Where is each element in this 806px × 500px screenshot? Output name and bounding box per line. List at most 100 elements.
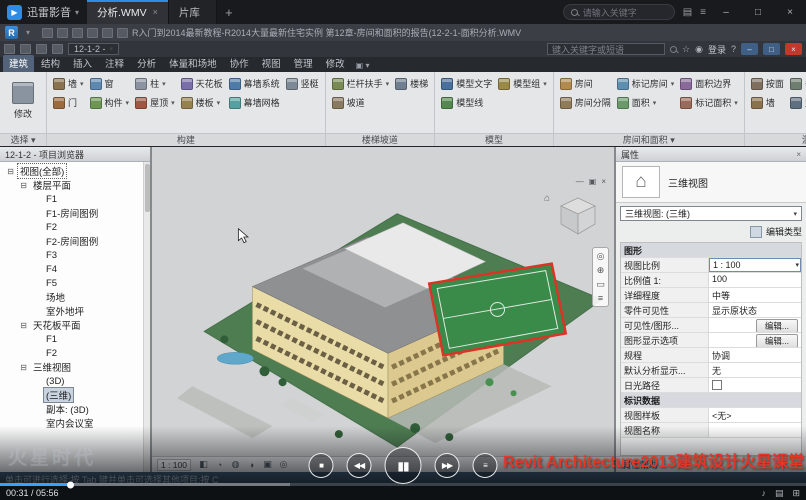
sun-path-icon[interactable]: ◍ xyxy=(229,459,242,471)
floor-button[interactable]: 楼板▾ xyxy=(178,93,226,112)
property-row[interactable]: 详细程度 中等 xyxy=(621,288,801,303)
stair-button[interactable]: 楼梯 xyxy=(392,74,431,93)
tree-item[interactable]: ⊟ 三维视图 xyxy=(0,360,150,374)
tag-room-button[interactable]: 标记房间▾ xyxy=(614,74,678,93)
tree-expander-icon[interactable]: ⊟ xyxy=(19,181,28,190)
property-value[interactable]: 编辑... xyxy=(709,318,801,332)
project-dropdown[interactable]: 12-1-2 - ▾ xyxy=(68,43,119,55)
qat-button[interactable] xyxy=(20,44,31,54)
modify-button[interactable]: 修改 xyxy=(3,74,43,128)
view-close-icon[interactable]: × xyxy=(601,177,606,186)
volume-icon[interactable]: ♪ xyxy=(761,488,766,499)
crop-view-icon[interactable]: ▣ xyxy=(261,459,274,471)
tree-item[interactable]: F2 xyxy=(0,220,150,234)
ribbon-tab[interactable]: 结构 xyxy=(35,55,66,72)
player-tab[interactable]: 片库 xyxy=(169,0,217,24)
ceiling-button[interactable]: 天花板 xyxy=(178,74,226,93)
tree-item[interactable]: F3 xyxy=(0,248,150,262)
property-value[interactable]: 协调 xyxy=(709,348,801,362)
shadows-icon[interactable]: ◑ xyxy=(245,459,258,471)
new-tab-button[interactable]: + xyxy=(217,5,241,20)
tree-item[interactable]: F1-房间图例 xyxy=(0,206,150,220)
qat-button[interactable] xyxy=(36,44,47,54)
ribbon-tab[interactable]: 建筑 xyxy=(3,55,34,72)
chevron-down-icon[interactable]: ▾ xyxy=(26,28,30,37)
property-row[interactable]: 日光路径 xyxy=(621,378,801,393)
tree-item[interactable]: ⊟ 天花板平面 xyxy=(0,318,150,332)
room-separator-button[interactable]: 房间分隔 xyxy=(557,93,614,112)
view-minimize-icon[interactable]: — xyxy=(576,177,584,186)
ribbon-tab[interactable]: 体量和场地 xyxy=(163,55,223,72)
property-value[interactable]: 100 xyxy=(709,273,801,287)
component-button[interactable]: 构件▾ xyxy=(87,93,133,112)
qat-button[interactable] xyxy=(102,28,113,38)
qat-button[interactable] xyxy=(72,28,83,38)
by-face-button[interactable]: 按面 xyxy=(748,74,787,93)
property-value[interactable]: 显示原状态 xyxy=(709,303,801,317)
property-row[interactable]: 视图比例 1 : 100 xyxy=(621,258,801,273)
drawing-canvas[interactable]: — ▣ × ⌂ ◎ ⊕ ▭ xyxy=(152,147,616,472)
player-tab[interactable]: 分析.WMV × xyxy=(87,0,169,24)
tree-item[interactable]: F4 xyxy=(0,262,150,276)
curtain-system-button[interactable]: 幕墙系统 xyxy=(226,74,283,93)
help-icon[interactable]: ? xyxy=(731,44,736,54)
tree-item[interactable]: F1 xyxy=(0,192,150,206)
maximize-button[interactable]: □ xyxy=(746,7,770,18)
ribbon-tab[interactable]: 视图 xyxy=(256,55,287,72)
video-area[interactable]: R ▾ R入门到2014最新教程-R2014大量最新住宅实例 第12章-房间和面… xyxy=(0,24,806,500)
player-app-name[interactable]: 迅雷影音 xyxy=(27,4,71,20)
property-row[interactable]: 比例值 1: 100 xyxy=(621,273,801,288)
mullion-button[interactable]: 竖梃 xyxy=(283,74,322,93)
wall-button[interactable]: 墙▾ xyxy=(50,74,87,93)
project-browser-header[interactable]: 12-1-2 - 项目浏览器 xyxy=(0,147,150,162)
tag-area-button[interactable]: 标记面积▾ xyxy=(677,93,741,112)
qat-button[interactable] xyxy=(4,44,15,54)
vertical-opening-button[interactable]: 垂直 xyxy=(787,74,806,93)
qat-button[interactable] xyxy=(57,28,68,38)
tree-item[interactable]: ⊟ 视图(全部) xyxy=(0,164,150,178)
tree-item[interactable]: (3D) xyxy=(0,374,150,388)
ribbon-tab[interactable]: 插入 xyxy=(67,55,98,72)
tree-expander-icon[interactable]: ⊟ xyxy=(6,167,15,176)
revit-logo-icon[interactable]: R xyxy=(5,26,18,39)
menu-icon[interactable]: ≡ xyxy=(700,7,706,18)
browser-scrollbar[interactable] xyxy=(143,162,150,472)
stop-button[interactable]: ■ xyxy=(309,453,334,478)
search-input[interactable]: 请输入关键字 xyxy=(563,4,675,20)
player-logo-icon[interactable]: ▶ xyxy=(7,5,22,20)
scale-control[interactable]: 1 : 100 xyxy=(157,459,191,471)
progress-knob[interactable] xyxy=(67,481,74,488)
property-row[interactable]: 视图样板 <无> xyxy=(621,408,801,423)
home-icon[interactable]: ⌂ xyxy=(544,193,550,204)
playlist-button[interactable]: ≡ xyxy=(473,453,498,478)
tree-expander-icon[interactable]: ⊟ xyxy=(19,321,28,330)
property-value[interactable] xyxy=(709,378,801,392)
property-value[interactable]: 1 : 100 xyxy=(709,258,801,272)
next-button[interactable]: ▶▶ xyxy=(435,453,460,478)
tree-item[interactable]: F1 xyxy=(0,332,150,346)
tree-expander-icon[interactable]: ⊟ xyxy=(19,363,28,372)
ribbon-tab[interactable]: 分析 xyxy=(131,55,162,72)
progress-bar[interactable] xyxy=(0,483,806,486)
area-button[interactable]: 面积▾ xyxy=(614,93,678,112)
tree-item[interactable]: 室内会议室 xyxy=(0,416,150,430)
properties-header[interactable]: 属性 × xyxy=(616,147,806,162)
type-selector-dropdown[interactable]: 三维视图: (三维) ▾ xyxy=(620,206,802,221)
user-icon[interactable]: ◉ xyxy=(695,44,703,55)
property-value[interactable]: 编辑... xyxy=(709,333,801,347)
railing-button[interactable]: 栏杆扶手▾ xyxy=(329,74,393,93)
close-icon[interactable]: × xyxy=(796,150,801,159)
property-value[interactable]: <无> xyxy=(709,408,801,422)
property-row[interactable]: 规程 协调 xyxy=(621,348,801,363)
property-value[interactable]: 无 xyxy=(709,363,801,377)
property-value[interactable] xyxy=(709,423,801,437)
steering-wheel-icon[interactable]: ◎ xyxy=(597,251,605,261)
property-row[interactable]: 默认分析显示... 无 xyxy=(621,363,801,378)
area-boundary-button[interactable]: 面积边界 xyxy=(677,74,741,93)
edit-type-button[interactable]: 编辑类型 xyxy=(766,225,802,238)
tree-item[interactable]: F2 xyxy=(0,346,150,360)
model-group-button[interactable]: 模型组▾ xyxy=(495,74,550,93)
login-button[interactable]: 登录 xyxy=(708,43,726,56)
revit-maximize-button[interactable]: □ xyxy=(763,43,780,55)
visual-style-icon[interactable]: ◔ xyxy=(213,459,226,471)
